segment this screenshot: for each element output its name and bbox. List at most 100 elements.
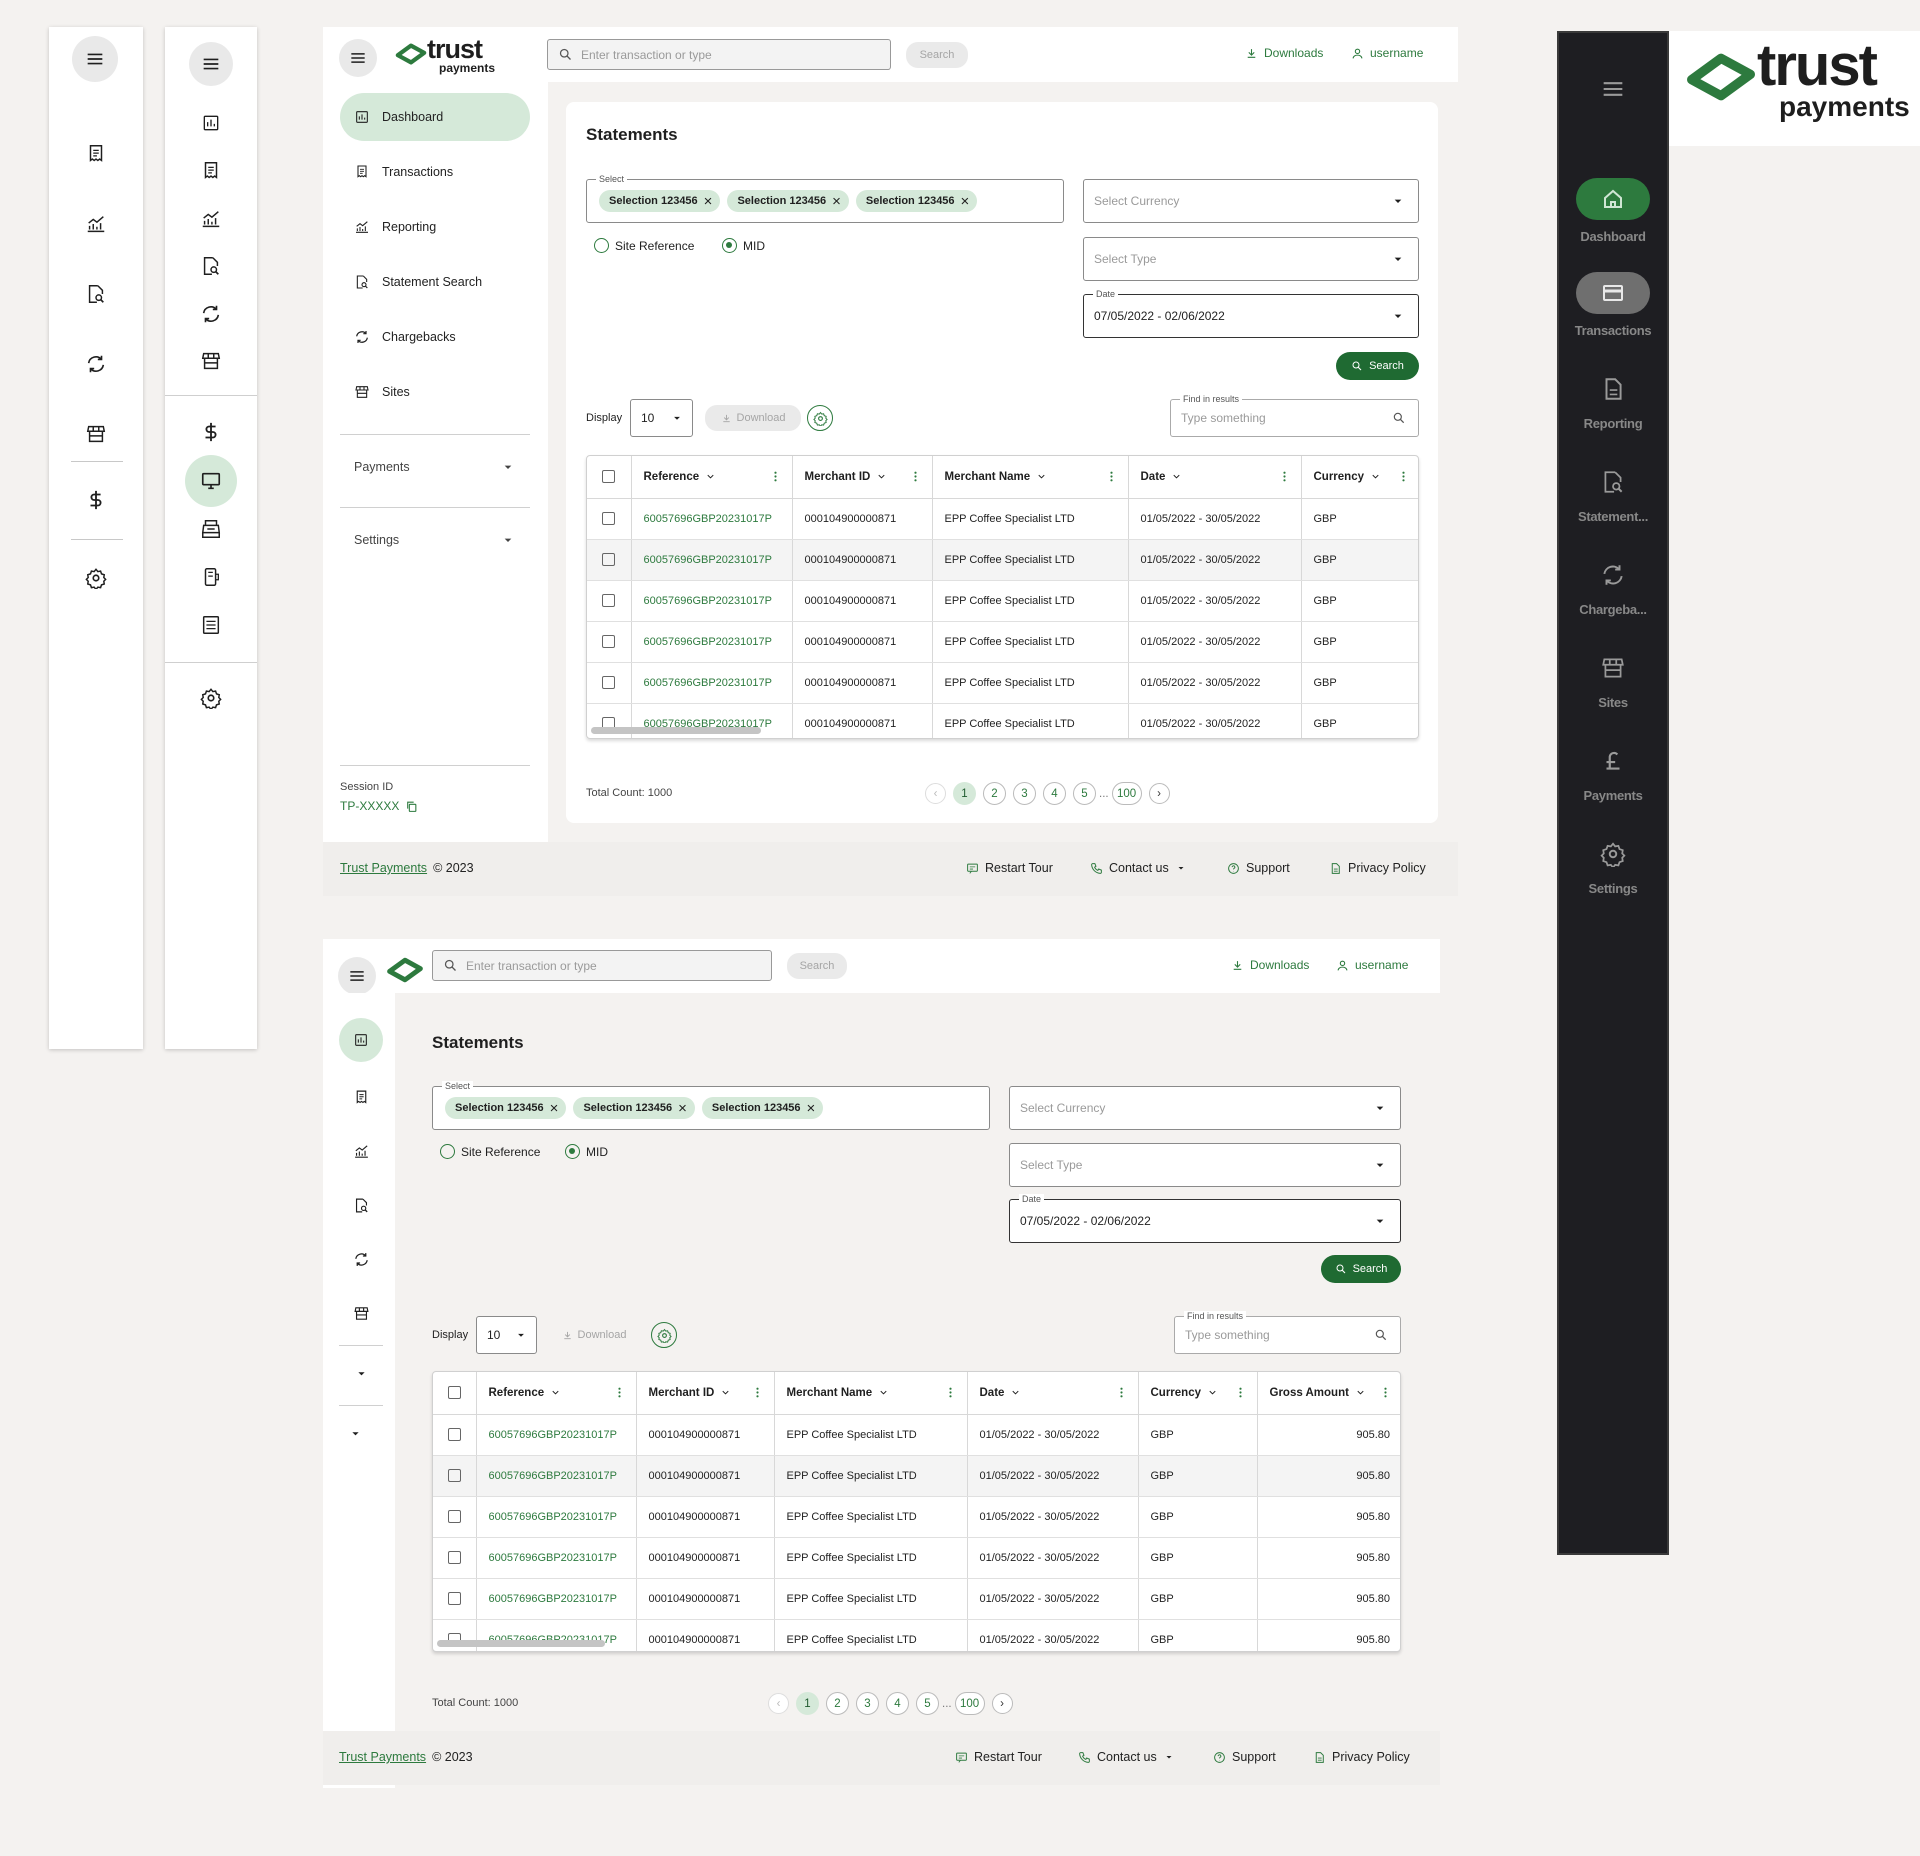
page-button[interactable]: 2 [826, 1692, 849, 1715]
cell-reference[interactable]: 60057696GBP20231017P [476, 1414, 637, 1456]
dark-nav-chargebacks[interactable] [1595, 557, 1631, 593]
row-checkbox-cell[interactable] [433, 1455, 477, 1497]
table-row[interactable]: 60057696GBP20231017P000104900000871EPP C… [433, 1578, 1400, 1620]
row-checkbox-cell[interactable] [433, 1414, 477, 1456]
downloads-link[interactable]: Downloads [1231, 958, 1309, 972]
column-header-currency[interactable]: Currency [1301, 456, 1418, 499]
radio-button[interactable] [594, 238, 609, 253]
rail-dashboard[interactable] [339, 1018, 383, 1062]
nav-group-payments[interactable]: Payments [340, 452, 530, 482]
type-select[interactable]: Select Type [1009, 1143, 1401, 1187]
dark-nav-statement[interactable] [1595, 464, 1631, 500]
rail-transactions[interactable] [347, 1083, 375, 1111]
column-menu-icon[interactable] [1397, 470, 1410, 483]
global-search-input[interactable]: Enter transaction or type [547, 39, 891, 70]
brand-link[interactable]: Trust Payments [339, 1750, 426, 1764]
rail-sites[interactable] [347, 1299, 375, 1327]
chevron-down-icon[interactable] [1171, 471, 1182, 482]
row-checkbox-cell[interactable] [587, 662, 632, 704]
next-page-button[interactable]: › [991, 1693, 1013, 1714]
row-checkbox[interactable] [447, 1469, 461, 1482]
rail-chargebacks[interactable] [347, 1245, 375, 1273]
column-header-currency[interactable]: Currency [1138, 1372, 1258, 1415]
table-row[interactable]: 60057696GBP20231017P000104900000871EPP C… [433, 1619, 1400, 1651]
chevron-down-icon[interactable] [550, 1387, 561, 1398]
column-menu-icon[interactable] [751, 1386, 764, 1399]
table-row[interactable]: 60057696GBP20231017P000104900000871EPP C… [587, 539, 1418, 581]
horizontal-scrollbar[interactable] [437, 1640, 605, 1647]
display-select[interactable]: 10 [630, 399, 693, 437]
privacy-policy-link[interactable]: Privacy Policy [1329, 861, 1426, 875]
horizontal-scrollbar[interactable] [591, 727, 761, 734]
close-icon[interactable]: × [961, 194, 970, 209]
dark-nav-reporting[interactable] [1595, 371, 1631, 407]
page-button[interactable]: 4 [1043, 782, 1066, 805]
table-row[interactable]: 60057696GBP20231017P000104900000871EPP C… [587, 621, 1418, 663]
dark-nav-settings[interactable] [1595, 836, 1631, 872]
chevron-down-icon[interactable] [1036, 471, 1047, 482]
column-header-date[interactable]: Date [967, 1372, 1139, 1415]
select-all-checkbox-cell[interactable] [433, 1372, 477, 1415]
column-menu-icon[interactable] [944, 1386, 957, 1399]
rail-statement-search[interactable] [347, 1191, 375, 1219]
nav-item-sites[interactable]: Sites [340, 368, 530, 416]
row-checkbox[interactable] [447, 1510, 461, 1523]
cell-reference[interactable]: 60057696GBP20231017P [631, 539, 793, 581]
row-checkbox[interactable] [602, 553, 616, 566]
row-checkbox-cell[interactable] [587, 580, 632, 622]
column-header-date[interactable]: Date [1128, 456, 1302, 499]
prev-page-button[interactable]: ‹ [925, 783, 946, 804]
dark-nav-transactions-icon-pill[interactable] [1576, 272, 1650, 314]
brand-link[interactable]: Trust Payments [340, 861, 427, 875]
rail-reporting[interactable] [197, 205, 225, 233]
column-header-merchant-id[interactable]: Merchant ID [636, 1372, 775, 1415]
table-row[interactable]: 60057696GBP20231017P000104900000871EPP C… [587, 580, 1418, 622]
rail-dashboard[interactable] [197, 109, 225, 137]
column-menu-icon[interactable] [1234, 1386, 1247, 1399]
radio-site-reference[interactable]: Site Reference [594, 238, 694, 253]
rail-transactions[interactable] [197, 157, 225, 185]
row-checkbox[interactable] [602, 594, 616, 607]
chevron-down-icon[interactable] [705, 471, 716, 482]
global-search-input[interactable]: Enter transaction or type [432, 950, 772, 981]
chevron-down-icon[interactable] [876, 471, 887, 482]
column-header-gross-amount[interactable]: Gross Amount [1257, 1372, 1400, 1415]
page-button[interactable]: 100 [954, 1692, 985, 1715]
restart-tour-link[interactable]: Restart Tour [955, 1750, 1042, 1764]
row-checkbox[interactable] [602, 676, 616, 689]
column-settings-button[interactable] [807, 405, 833, 431]
column-header-reference[interactable]: Reference [631, 456, 793, 499]
user-menu[interactable]: username [1351, 46, 1423, 60]
row-checkbox[interactable] [447, 1551, 461, 1564]
selection-chip[interactable]: Selection 123456 × [445, 1097, 567, 1119]
rail-reporting[interactable] [82, 210, 110, 238]
cell-reference[interactable]: 60057696GBP20231017P [631, 621, 793, 663]
rail-list[interactable] [197, 611, 225, 639]
column-menu-icon[interactable] [769, 470, 782, 483]
page-button[interactable]: 4 [886, 1692, 909, 1715]
cell-reference[interactable]: 60057696GBP20231017P [476, 1455, 637, 1497]
select-all-checkbox[interactable] [447, 1386, 461, 1400]
nav-item-chargebacks[interactable]: Chargebacks [340, 313, 530, 361]
rail-settings-expand[interactable] [341, 1419, 369, 1447]
global-search-button[interactable]: Search [787, 953, 847, 979]
rail-settings[interactable] [197, 684, 225, 712]
chevron-down-icon[interactable] [1355, 1387, 1366, 1398]
radio-button[interactable] [440, 1144, 455, 1159]
rail-chargebacks[interactable] [197, 300, 225, 328]
column-header-reference[interactable]: Reference [476, 1372, 637, 1415]
rail-terminals[interactable] [197, 515, 225, 543]
contact-us-menu[interactable]: Contact us [1090, 861, 1187, 875]
type-select[interactable]: Select Type [1083, 237, 1419, 281]
page-button[interactable]: 1 [953, 782, 976, 805]
session-id[interactable]: TP-XXXXX [340, 799, 418, 813]
select-field[interactable]: Select Selection 123456 × Selection 12345… [586, 174, 1064, 223]
row-checkbox[interactable] [447, 1592, 461, 1605]
table-row[interactable]: 60057696GBP20231017P000104900000871EPP C… [433, 1496, 1400, 1538]
select-field[interactable]: Select Selection 123456 × Selection 12345… [432, 1081, 990, 1130]
chevron-down-icon[interactable] [878, 1387, 889, 1398]
nav-item-statement-search[interactable]: Statement Search [340, 258, 530, 306]
chevron-down-icon[interactable] [1370, 471, 1381, 482]
radio-site-reference[interactable]: Site Reference [440, 1144, 540, 1159]
dark-nav-dashboard-icon-pill[interactable] [1576, 178, 1650, 220]
